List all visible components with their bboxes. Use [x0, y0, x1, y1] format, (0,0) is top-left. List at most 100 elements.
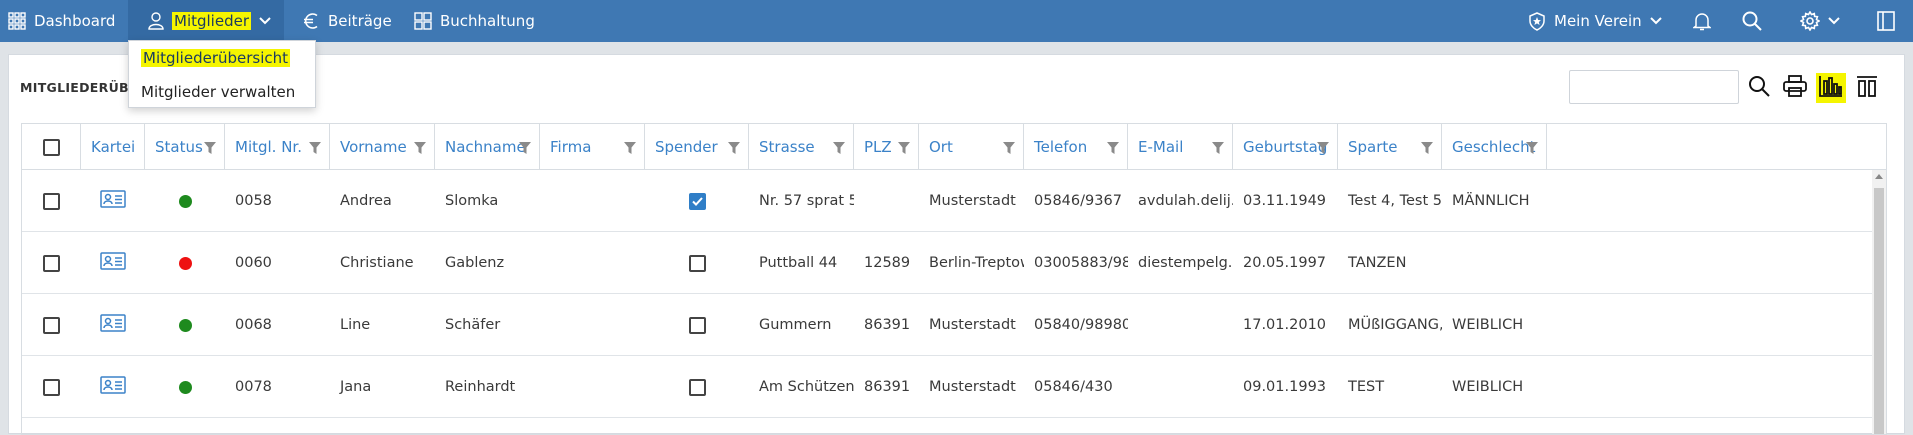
filter-icon[interactable] — [624, 140, 636, 158]
column-header-geschlecht[interactable]: Geschlecht — [1442, 124, 1547, 170]
vertical-scrollbar[interactable] — [1872, 170, 1886, 434]
sidebar-toggle-button[interactable] — [1877, 0, 1895, 42]
menu-item-mitgliederuebersicht[interactable]: Mitgliederübersicht — [141, 49, 291, 67]
cell-firma — [540, 356, 645, 418]
cell-ort: Musterstadt — [929, 193, 1016, 209]
nav-mein-verein-label: Mein Verein — [1554, 12, 1642, 30]
column-header-label: Ort — [929, 138, 953, 156]
menu-item-mitglieder-verwalten[interactable]: Mitglieder verwalten — [141, 83, 295, 101]
column-header-label: Strasse — [759, 138, 815, 156]
filter-icon[interactable] — [414, 140, 426, 158]
nav-mitglieder[interactable]: Mitglieder — [128, 0, 284, 42]
filter-icon[interactable] — [1526, 140, 1538, 158]
cell-email: avdulah.delij... — [1138, 193, 1233, 209]
column-header-ort[interactable]: Ort — [919, 124, 1024, 170]
member-card-icon[interactable] — [100, 314, 126, 336]
filter-icon[interactable] — [519, 140, 531, 158]
spender-cell — [645, 170, 749, 232]
table-search-input[interactable] — [1569, 70, 1739, 104]
cell-vorname: Andrea — [340, 193, 392, 209]
scrollbar-thumb[interactable] — [1874, 188, 1884, 434]
cell-strasse: Nr. 57 sprat 5 — [759, 193, 854, 209]
row-select-cell — [22, 356, 81, 418]
nav-beitraege[interactable]: Beiträge — [302, 0, 392, 42]
row-select-checkbox[interactable] — [43, 192, 60, 210]
row-select-checkbox[interactable] — [43, 254, 60, 272]
column-header-spender[interactable]: Spender — [645, 124, 749, 170]
user-icon — [148, 12, 164, 30]
filter-icon[interactable] — [1107, 140, 1119, 158]
cell-ort: Musterstadt — [929, 379, 1016, 395]
spender-cell — [645, 294, 749, 356]
filter-icon[interactable] — [898, 140, 910, 158]
filter-icon[interactable] — [1421, 140, 1433, 158]
member-card-icon[interactable] — [100, 190, 126, 212]
nav-buchhaltung[interactable]: Buchhaltung — [414, 0, 535, 42]
table-search-button[interactable] — [1744, 73, 1774, 103]
nav-mein-verein[interactable]: Mein Verein — [1528, 0, 1662, 42]
column-header-telefon[interactable]: Telefon — [1024, 124, 1128, 170]
select-all-checkbox[interactable] — [42, 138, 60, 156]
filter-icon[interactable] — [1212, 140, 1224, 158]
filter-icon[interactable] — [1003, 140, 1015, 158]
column-header-geburtstag[interactable]: Geburtstag — [1233, 124, 1338, 170]
column-header-label: Nachname — [445, 138, 526, 156]
grid-icon — [8, 12, 26, 30]
column-header-label: PLZ — [864, 138, 892, 156]
search-button[interactable] — [1742, 0, 1762, 42]
chart-button[interactable] — [1816, 73, 1846, 103]
filter-icon[interactable] — [1317, 140, 1329, 158]
cell-plz: 86391 — [864, 379, 911, 395]
column-header-label: Spender — [655, 138, 718, 156]
status-cell — [145, 356, 225, 418]
cell-telefon: 03005883/98... — [1034, 255, 1128, 271]
row-select-checkbox[interactable] — [43, 316, 60, 334]
nav-dashboard[interactable]: Dashboard — [8, 0, 115, 42]
kartei-cell — [81, 232, 145, 294]
columns-button[interactable] — [1852, 73, 1882, 103]
cell-nr: 0060 — [235, 255, 272, 271]
column-header-plz[interactable]: PLZ — [854, 124, 919, 170]
table-row[interactable]: 0078 Jana Reinhardt Am Schützen... 86391 Must… — [22, 356, 1872, 418]
spender-checkbox[interactable] — [688, 378, 706, 396]
cell-plz — [854, 170, 919, 232]
column-header-label: Status — [155, 138, 203, 156]
spender-checkbox[interactable] — [688, 254, 706, 272]
column-header-sparte[interactable]: Sparte — [1338, 124, 1442, 170]
print-button[interactable] — [1780, 73, 1810, 103]
notifications-button[interactable] — [1693, 0, 1711, 42]
column-header-kartei[interactable]: Kartei — [81, 124, 145, 170]
cell-geburtstag: 20.05.1997 — [1243, 255, 1327, 271]
member-card-icon[interactable] — [100, 252, 126, 274]
cell-sparte: MÜßIGGANG, ... — [1348, 317, 1442, 333]
cell-nachname: Gablenz — [445, 255, 505, 271]
filter-icon[interactable] — [833, 140, 845, 158]
column-header-firma[interactable]: Firma — [540, 124, 645, 170]
columns-icon — [1856, 75, 1878, 101]
status-cell — [145, 170, 225, 232]
spender-checkbox[interactable] — [688, 316, 706, 334]
settings-button[interactable] — [1800, 0, 1840, 42]
cell-telefon: 05846/9367 — [1034, 193, 1122, 209]
table-row[interactable]: 0060 Christiane Gablenz Puttball 44 12589 Ber… — [22, 232, 1872, 294]
scroll-up-arrow[interactable] — [1875, 174, 1883, 179]
chevron-down-icon — [1649, 17, 1662, 25]
table-row[interactable]: 0058 Andrea Slomka Nr. 57 sprat 5 Musterstad… — [22, 170, 1872, 232]
column-header-vorname[interactable]: Vorname — [330, 124, 435, 170]
column-header-status[interactable]: Status — [145, 124, 225, 170]
column-header-mitgl-nr[interactable]: Mitgl. Nr. — [225, 124, 330, 170]
column-header-strasse[interactable]: Strasse — [749, 124, 854, 170]
row-select-checkbox[interactable] — [43, 378, 60, 396]
cell-vorname: Line — [340, 317, 371, 333]
spender-checkbox[interactable] — [688, 192, 706, 210]
table-row[interactable]: 0068 Line Schäfer Gummern 86391 Musterstadt 05… — [22, 294, 1872, 356]
kartei-cell — [81, 356, 145, 418]
column-header-nachname[interactable]: Nachname — [435, 124, 540, 170]
column-header-label: Geschlecht — [1452, 138, 1536, 156]
filter-icon[interactable] — [309, 140, 321, 158]
member-card-icon[interactable] — [100, 376, 126, 398]
filter-icon[interactable] — [728, 140, 740, 158]
cell-ort: Musterstadt — [929, 317, 1016, 333]
column-header-email[interactable]: E-Mail — [1128, 124, 1233, 170]
filter-icon[interactable] — [204, 140, 216, 158]
